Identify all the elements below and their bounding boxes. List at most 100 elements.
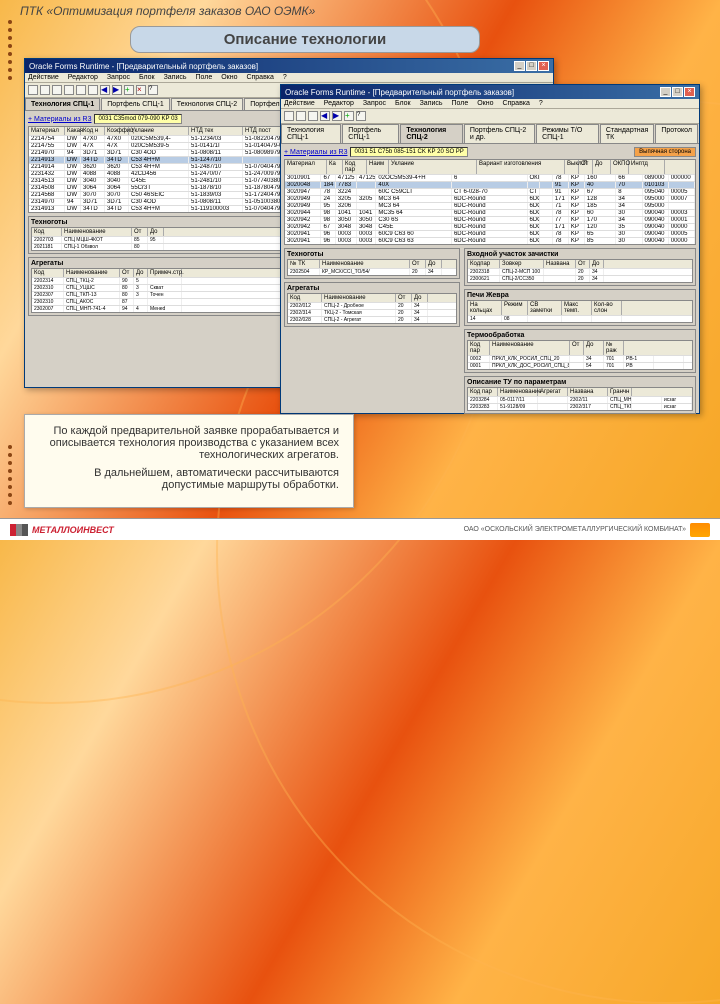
- table-row[interactable]: 0002ПРКЛ_КЛК_РОСИЛ_СПЦ_2034701PB-1: [468, 355, 692, 362]
- maximize-button[interactable]: □: [672, 87, 683, 97]
- table-row[interactable]: 2302310СПЦ_УЦШС803Скват: [32, 284, 283, 291]
- close-button[interactable]: ×: [684, 87, 695, 97]
- h: Режим: [502, 301, 528, 315]
- materials-link[interactable]: + Материалы из R3: [28, 116, 91, 123]
- cell: ПРКЛ_КЛК_ДОС_РОСИЛ_СПЦ_81: [490, 363, 570, 369]
- print-icon[interactable]: [40, 85, 50, 95]
- menu-action[interactable]: Действие: [28, 74, 59, 81]
- tab-port-spc1[interactable]: Портфель СПЦ-1: [101, 98, 169, 110]
- material-field[interactable]: 0031 C35mod 079-090 KP 03: [94, 114, 181, 124]
- save-icon[interactable]: [28, 85, 38, 95]
- table-row[interactable]: 2302007СПЦ_МНП-741-4944Менеd: [32, 305, 283, 312]
- menu-field[interactable]: Поле: [196, 74, 213, 81]
- table-row[interactable]: 2302307СПЦ_ТКП-13803Точен: [32, 291, 283, 298]
- close-button[interactable]: ×: [538, 61, 549, 71]
- menu-record[interactable]: Запись: [420, 100, 443, 107]
- table-row[interactable]: 302094778322460C C59CLTCT 6-028-70СТ 6-0…: [285, 188, 695, 195]
- minimize-button[interactable]: _: [660, 87, 671, 97]
- menu-record[interactable]: Запись: [164, 74, 187, 81]
- table-row[interactable]: 2302/314ТКЦ-2 - Томская2034: [288, 309, 456, 316]
- table-row[interactable]: 30209449810411041MC35 646DC-Round6DC-ROU…: [285, 209, 695, 216]
- table-row[interactable]: 30209429830503050C30 6S6DC-Round6DC-ROUN…: [285, 216, 695, 223]
- cell: DW: [65, 164, 81, 170]
- table-row[interactable]: 2302318СПЦ-2-МСП 1002034: [468, 268, 692, 275]
- menu-window[interactable]: Окно: [477, 100, 493, 107]
- col: Ка: [327, 160, 343, 174]
- table-row[interactable]: 3020949953206MC3 646DC-Round6DC-ROUND BA…: [285, 202, 695, 209]
- tab-tech-spc2[interactable]: Технология СПЦ-2: [171, 98, 243, 110]
- tab-port-spc2[interactable]: Портфель СПЦ-2 и др.: [464, 124, 535, 143]
- menu-edit[interactable]: Редактор: [68, 74, 98, 81]
- tab-tech-spc1[interactable]: Технология СПЦ-1: [25, 98, 100, 110]
- win2-titlebar[interactable]: Oracle Forms Runtime - [Предварительный …: [281, 85, 699, 99]
- cell: 51-1247/10: [189, 157, 243, 163]
- cell: [540, 196, 553, 202]
- material-field[interactable]: 0031 51 C75b 085-151 CK KP 20 SO PP: [350, 147, 467, 157]
- menu-help[interactable]: Справка: [502, 100, 529, 107]
- print-icon[interactable]: [296, 111, 306, 121]
- table-row[interactable]: 2302310СПЦ_АКОС87: [32, 298, 283, 305]
- win2-menubar[interactable]: Действие Редактор Запрос Блок Запись Пол…: [281, 99, 699, 109]
- prev-icon[interactable]: ◀: [100, 85, 110, 95]
- exit-icon[interactable]: [52, 85, 62, 95]
- tab-protocol[interactable]: Протокол: [655, 124, 698, 143]
- menu-query[interactable]: Запрос: [107, 74, 130, 81]
- table-row[interactable]: 3020941960003000360C9 C63 636DC-Round6DC…: [285, 237, 695, 244]
- table-row[interactable]: 2021181СПЦ-1 Обзвол80: [32, 243, 283, 250]
- table-row[interactable]: 220328351-9128/092302/317СПЦ_ТКПисзаг: [468, 403, 692, 410]
- table-row[interactable]: 2302504КР_МСХ/CCI_ТО/54/2034: [288, 268, 456, 275]
- help-icon[interactable]: ?: [148, 85, 158, 95]
- table-row[interactable]: 2300621СПЦ-2/СС3502034: [468, 275, 692, 282]
- materials-link[interactable]: + Материалы из R3: [284, 149, 347, 156]
- save-icon[interactable]: [284, 111, 294, 121]
- table-row[interactable]: 3020941960003000360C9 C63 606DC-Round6DC…: [285, 230, 695, 237]
- tab-tech-spc1[interactable]: Технология СПЦ-1: [281, 124, 341, 143]
- add-icon[interactable]: +: [344, 111, 354, 121]
- menu-action[interactable]: Действие: [284, 100, 315, 107]
- menu-help[interactable]: Справка: [246, 74, 273, 81]
- menu-window[interactable]: Окно: [221, 74, 237, 81]
- tab-std-tk[interactable]: Стандартная ТК: [600, 124, 654, 143]
- table-row[interactable]: 3020048184778340Х91KP4070010103: [285, 181, 695, 188]
- table-row[interactable]: 30209492432053205MC3 646DC-Round6DC-ROUN…: [285, 195, 695, 202]
- maximize-button[interactable]: □: [526, 61, 537, 71]
- tab-port-spc1[interactable]: Портфель СПЦ-1: [342, 124, 399, 143]
- table-row[interactable]: 2202314СПЦ_ТКЦ-2905: [32, 277, 283, 284]
- cell: 2302307: [32, 292, 64, 298]
- minimize-button[interactable]: _: [514, 61, 525, 71]
- del-icon[interactable]: ×: [136, 85, 146, 95]
- table-row[interactable]: 1408: [468, 315, 692, 322]
- paste-icon[interactable]: [88, 85, 98, 95]
- cut-icon[interactable]: [64, 85, 74, 95]
- h: От: [132, 228, 148, 236]
- next-icon[interactable]: ▶: [112, 85, 122, 95]
- win1-menubar[interactable]: Действие Редактор Запрос Блок Запись Пол…: [25, 73, 553, 83]
- table-row[interactable]: 2202703СПЦ МЦШ-4КОТ8595: [32, 236, 283, 243]
- table-row[interactable]: 301090167471254712502OC5M539-4+H6ОКПОС99…: [285, 174, 695, 181]
- help-icon[interactable]: ?: [356, 111, 366, 121]
- menu-field[interactable]: Поле: [452, 100, 469, 107]
- add-icon[interactable]: +: [124, 85, 134, 95]
- prev-icon[interactable]: ◀: [320, 111, 330, 121]
- menu-block[interactable]: Блок: [395, 100, 411, 107]
- cell: [540, 175, 553, 181]
- menu-edit[interactable]: Редактор: [324, 100, 354, 107]
- table-row[interactable]: 2302/012СПЦ-2 - Дробное2034: [288, 302, 456, 309]
- cut-icon[interactable]: [308, 111, 318, 121]
- copy-icon[interactable]: [76, 85, 86, 95]
- menu-q[interactable]: ?: [283, 74, 287, 81]
- tab-tech-spc2[interactable]: Технология СПЦ-2: [400, 124, 463, 143]
- menu-q[interactable]: ?: [539, 100, 543, 107]
- menu-query[interactable]: Запрос: [363, 100, 386, 107]
- tab-modes[interactable]: Режимы Т/О СПЦ-1: [536, 124, 599, 143]
- table-row[interactable]: 2302/028СПЦ-2 - Агрегат2034: [288, 316, 456, 323]
- next-icon[interactable]: ▶: [332, 111, 342, 121]
- table-row[interactable]: 0001ПРКЛ_КЛК_ДОС_РОСИЛ_СПЦ_8154701PB: [468, 362, 692, 369]
- table-row[interactable]: 220328405-0117/112302/11СПЦ_МНП-81исзаг: [468, 396, 692, 403]
- table-row[interactable]: 30209426730483048C45E6DC-Round6DC-ROUND …: [285, 223, 695, 230]
- menu-block[interactable]: Блок: [139, 74, 155, 81]
- section-button[interactable]: Выпячная сторона: [634, 147, 696, 157]
- cell: [669, 182, 695, 188]
- win1-titlebar[interactable]: Oracle Forms Runtime - [Предварительный …: [25, 59, 553, 73]
- cell: 78: [553, 238, 569, 244]
